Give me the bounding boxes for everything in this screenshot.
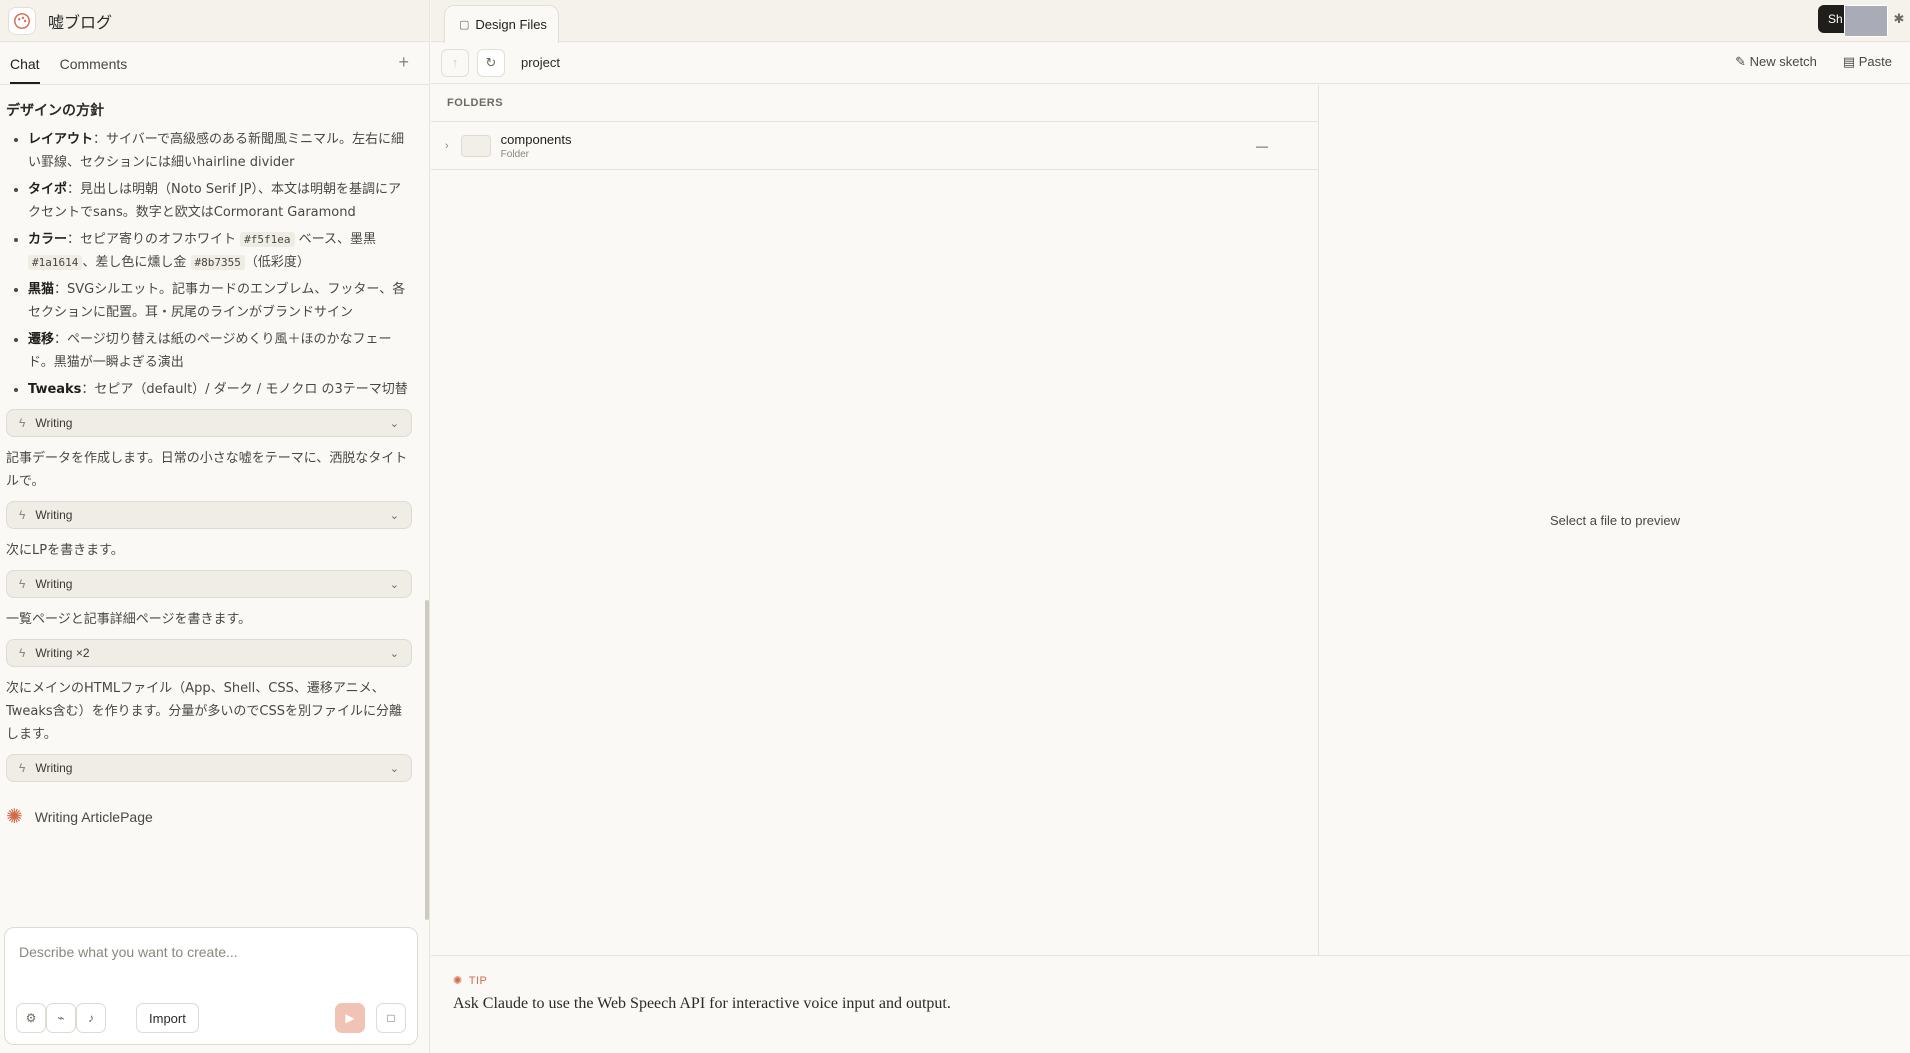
spark-icon: ✺ xyxy=(6,806,23,828)
tool-call-writing[interactable]: ϟ Writing ⌄ xyxy=(6,409,412,437)
arrow-up-icon[interactable]: ↑ xyxy=(441,48,469,77)
file-browser: FOLDERS › components Folder — xyxy=(431,85,1319,955)
stop-icon[interactable]: □ xyxy=(376,1003,406,1033)
list-item: 黒猫：SVGシルエット。記事カードのエンブレム、フッター、各セクションに配置。耳… xyxy=(28,278,412,324)
list-item: タイポ：見出しは明朝（Noto Serif JP）、本文は明朝を基調にアクセント… xyxy=(28,178,412,224)
generation-status: ✺ Writing ArticlePage xyxy=(6,804,412,829)
chat-message: 次にLPを書きます。 xyxy=(6,543,124,558)
list-item: Tweaks：セピア（default）/ ダーク / モノクロ の3テーマ切替 xyxy=(28,378,412,401)
spark-icon: ✺ xyxy=(453,975,463,987)
import-button[interactable]: Import xyxy=(136,1003,199,1033)
app-title: 嘘ブログ xyxy=(48,12,113,32)
color-code: #f5f1ea xyxy=(240,232,295,247)
bolt-icon: ϟ xyxy=(19,577,26,591)
folder-row-components[interactable]: › components Folder — xyxy=(431,122,1318,170)
breadcrumb[interactable]: project xyxy=(521,55,560,70)
tool-call-writing[interactable]: ϟ Writing ⌄ xyxy=(6,570,412,598)
composer: ⚙ ⌁ ♪ Import ▶ □ xyxy=(4,927,418,1045)
clipboard-icon: ▤ xyxy=(1842,54,1859,69)
mic-icon[interactable]: ♪ xyxy=(76,1003,106,1033)
preview-pane: Select a file to preview xyxy=(1320,85,1910,955)
pen-icon: ✎ xyxy=(1735,54,1750,69)
chat-message: 記事データを作成します。日常の小さな嘘をテーマに、洒脱なタイトルで。 xyxy=(6,451,408,489)
tool-call-writing[interactable]: ϟ Writing ⌄ xyxy=(6,754,412,782)
list-item: レイアウト：サイバーで高級感のある新聞風ミニマル。左右に細い罫線、セクションには… xyxy=(28,128,412,174)
status-text: Writing ArticlePage xyxy=(34,808,153,825)
tool-call-writing[interactable]: ϟ Writing ×2 ⌄ xyxy=(6,639,412,667)
bolt-icon: ϟ xyxy=(19,416,26,430)
file-toolbar: ↑ ↻ project ✎ New sketch ▤ Paste xyxy=(431,42,1910,84)
new-sketch-button[interactable]: ✎ New sketch xyxy=(1735,54,1817,70)
bolt-icon: ϟ xyxy=(19,761,26,775)
tab-chat[interactable]: Chat xyxy=(10,56,40,84)
chat-scrollbar[interactable] xyxy=(425,600,429,920)
left-tabs: Chat Comments + xyxy=(0,42,429,85)
folder-modified: — xyxy=(1256,138,1268,153)
chat-message: 次にメインのHTMLファイル（App、Shell、CSS、遷移アニメ、Tweak… xyxy=(6,681,402,742)
chevron-down-icon: ⌄ xyxy=(389,762,399,775)
share-button[interactable]: Sh xyxy=(1818,5,1888,37)
folder-name: components xyxy=(500,131,572,147)
tab-design-files[interactable]: ▢ Design Files xyxy=(444,5,559,43)
chat-heading: デザインの方針 xyxy=(6,103,104,119)
gear-icon[interactable]: ✱ xyxy=(1888,5,1910,33)
paste-button[interactable]: ▤ Paste xyxy=(1843,54,1892,70)
plus-icon[interactable]: + xyxy=(398,52,409,73)
right-panel: ▢ Design Files Sh ✱ ↑ ↻ project ✎ New sk… xyxy=(431,0,1910,1053)
left-panel: 嘘ブログ Chat Comments + デザインの方針 レイアウト：サイバーで… xyxy=(0,0,430,1053)
settings-icon[interactable]: ⚙ xyxy=(16,1003,46,1033)
color-code: #1a1614 xyxy=(28,255,83,270)
chevron-down-icon: ⌄ xyxy=(389,509,399,522)
folder-icon xyxy=(460,134,491,157)
prompt-input[interactable] xyxy=(19,944,399,960)
file-tab-bar: ▢ Design Files Sh ✱ xyxy=(431,0,1910,43)
refresh-icon[interactable]: ↻ xyxy=(477,48,505,77)
list-item: カラー：セピア寄りのオフホワイト #f5f1ea ベース、墨黒 #1a1614、… xyxy=(28,228,412,274)
send-icon[interactable]: ▶ xyxy=(335,1003,365,1033)
tip-label: ✺ TIP xyxy=(453,974,488,988)
chat-message: 一覧ページと記事詳細ページを書きます。 xyxy=(6,612,252,627)
chevron-down-icon: ⌄ xyxy=(389,578,399,591)
toolbar-actions: ✎ New sketch ▤ Paste xyxy=(1735,54,1892,70)
tab-comments[interactable]: Comments xyxy=(60,56,128,84)
top-right-controls: Sh ✱ xyxy=(1818,5,1910,37)
file-icon: ▢ xyxy=(459,19,470,31)
color-code: #8b7355 xyxy=(190,255,245,270)
chevron-down-icon: ⌄ xyxy=(389,417,399,430)
chevron-down-icon: ⌄ xyxy=(389,647,399,660)
folder-type: Folder xyxy=(500,148,530,160)
title-bar: 嘘ブログ xyxy=(0,0,429,42)
list-item: 遷移：ページ切り替えは紙のページめくり風＋ほのかなフェード。黒猫が一瞬よぎる演出 xyxy=(28,328,412,374)
folders-header: FOLDERS xyxy=(431,85,1318,122)
tip-banner: ✺ TIP Ask Claude to use the Web Speech A… xyxy=(431,955,1910,1053)
app-root: 嘘ブログ Chat Comments + デザインの方針 レイアウト：サイバーで… xyxy=(0,0,1910,1053)
tool-call-writing[interactable]: ϟ Writing ⌄ xyxy=(6,501,412,529)
avatar[interactable] xyxy=(1844,5,1888,37)
design-bullets: レイアウト：サイバーで高級感のある新聞風ミニマル。左右に細い罫線、セクションには… xyxy=(6,128,412,401)
bolt-icon: ϟ xyxy=(19,508,26,522)
chevron-right-icon[interactable]: › xyxy=(445,140,449,152)
paperclip-icon[interactable]: ⌁ xyxy=(46,1003,76,1033)
tip-text: Ask Claude to use the Web Speech API for… xyxy=(453,995,951,1012)
palette-icon[interactable] xyxy=(8,6,36,35)
bolt-icon: ϟ xyxy=(19,646,26,660)
chat-transcript: デザインの方針 レイアウト：サイバーで高級感のある新聞風ミニマル。左右に細い罫線… xyxy=(0,86,420,920)
preview-empty-text: Select a file to preview xyxy=(1549,512,1681,528)
